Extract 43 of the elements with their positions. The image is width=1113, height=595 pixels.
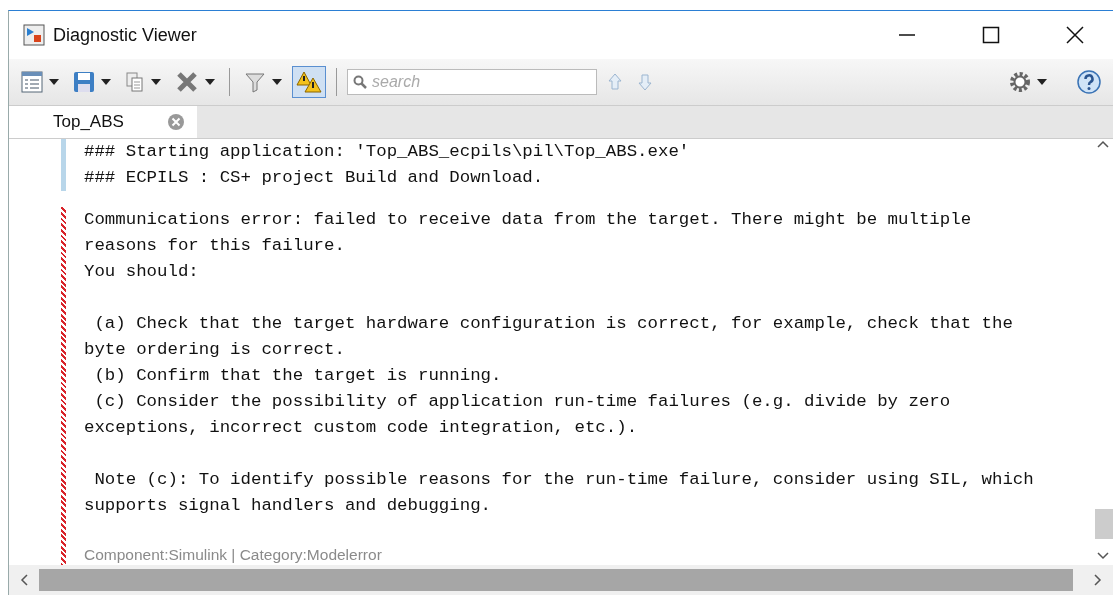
caret-icon (272, 79, 282, 85)
help-icon (1077, 70, 1101, 94)
close-tab-icon[interactable] (167, 113, 185, 131)
message-line: byte ordering is correct. (84, 339, 346, 361)
message-line: (c) Consider the possibility of application run-time failures (e.g. divide by zero (93, 391, 952, 413)
down-arrow-icon (637, 72, 653, 92)
message-line: ### ECPILS : CS+ project Build and Download. (84, 167, 545, 189)
warning-icon (296, 71, 322, 93)
caret-icon (1037, 79, 1047, 85)
message-line: You should: (84, 261, 200, 283)
settings-icon (1009, 71, 1031, 93)
message-footer: Component:Simulink | Category:Modelerror (84, 545, 1034, 565)
message-line: ### Starting application: 'Top_ABS_ecpils\pil\Top_ABS.exe' (84, 141, 690, 163)
filter-icon (244, 71, 266, 93)
caret-icon (151, 79, 161, 85)
message-line: Note (c): To identify possible reasons for the run-time failure, consider using SIL, which (93, 469, 1034, 491)
search-field[interactable]: search (347, 69, 597, 95)
close-icon (1065, 25, 1085, 45)
caret-icon (205, 79, 215, 85)
warnings-toggle[interactable] (292, 66, 326, 98)
message-line: supports signal handlers and debugging. (84, 495, 492, 517)
scrollbar-thumb[interactable] (1095, 509, 1113, 539)
copy-icon (125, 71, 145, 93)
app-icon (23, 24, 45, 46)
message-line: exceptions, incorrect custom code integration, etc.). (84, 417, 639, 439)
message-line: Communications error: failed to receive data from the target. There might be multiple (84, 209, 973, 231)
up-arrow-icon (607, 72, 623, 92)
scroll-right-icon[interactable] (1093, 574, 1103, 586)
maximize-icon (981, 25, 1001, 45)
scroll-left-icon[interactable] (19, 574, 29, 586)
window-title: Diagnostic Viewer (53, 24, 198, 46)
message-line: (b) Confirm that the target is running. (93, 365, 503, 387)
message-line: (a) Check that the target hardware configuration is correct, for example, check that the (93, 313, 1014, 335)
list-icon (21, 71, 43, 93)
message-line: reasons for this failure. (84, 235, 346, 257)
caret-icon (49, 79, 59, 85)
minimize-icon (899, 34, 915, 36)
tab[interactable]: Top_ABS (9, 106, 197, 138)
scroll-down-icon[interactable] (1097, 551, 1109, 561)
scroll-up-icon[interactable] (1097, 139, 1109, 149)
scrollbar-thumb[interactable] (39, 569, 1073, 591)
caret-icon (101, 79, 111, 85)
x-icon (175, 71, 199, 93)
